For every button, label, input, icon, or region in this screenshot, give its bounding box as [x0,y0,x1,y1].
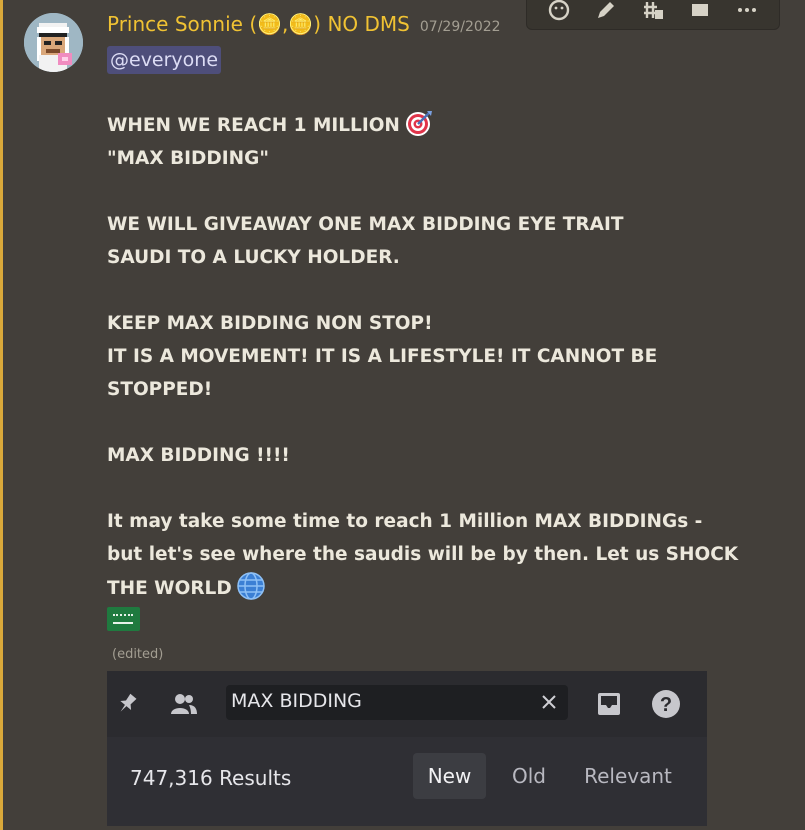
message-line: SAUDI TO A LUCKY HOLDER. [107,247,400,268]
message-line: WE WILL GIVEAWAY ONE MAX BIDDING EYE TRA… [107,214,624,235]
members-icon [168,688,200,720]
edited-label: (edited) [112,647,164,662]
message-line: IT IS A MOVEMENT! IT IS A LIFESTYLE! IT … [107,346,658,367]
message-line: WHEN WE REACH 1 MILLION [107,108,747,142]
highlight-accent-bar [0,0,3,830]
edit-icon[interactable] [593,0,619,23]
message-line: STOPPED! [107,379,213,400]
message-line: KEEP MAX BIDDING NON STOP! [107,313,433,334]
target-emoji-icon [404,108,434,138]
tab-relevant: Relevant [584,764,672,788]
search-results-bar: 747,316 Results New Old Relevant [107,737,707,826]
message-content: WHEN WE REACH 1 MILLION "MAX BIDDING" WE… [107,108,747,605]
username[interactable]: Prince Sonnie (🪙,🪙) NO DMS [107,12,410,36]
everyone-mention[interactable]: @everyone [107,46,222,74]
more-icon[interactable] [734,0,760,23]
message-line: "MAX BIDDING" [107,148,269,169]
tab-old: Old [512,764,546,788]
svg-text:?: ? [660,694,672,716]
message-line: It may take some time to reach 1 Million… [107,511,703,532]
search-toolbar: MAX BIDDING ? [107,671,707,737]
tab-new: New [413,753,486,799]
message-hover-toolbar [526,0,780,30]
message-line: but let's see where the saudis will be b… [107,544,739,565]
avatar[interactable] [24,13,83,72]
message-line: MAX BIDDING !!!! [107,445,290,466]
results-count: 747,316 Results [130,766,292,790]
timestamp[interactable]: 07/29/2022 [420,19,501,35]
search-input: MAX BIDDING [226,685,568,720]
clear-icon [538,690,560,714]
add-reaction-icon[interactable] [546,0,572,23]
message-header: Prince Sonnie (🪙,🪙) NO DMS 07/29/2022 [107,12,501,36]
create-thread-icon[interactable] [640,0,666,23]
saudi-flag-emoji-icon [107,607,140,631]
pixel-avatar-icon [24,13,83,72]
help-icon: ? [650,688,682,720]
embedded-search-screenshot[interactable]: MAX BIDDING ? 747,316 Results New Old Re… [107,671,707,826]
inbox-icon [593,688,625,720]
pin-icon [111,688,143,720]
forward-icon[interactable] [687,0,713,23]
globe-emoji-icon [236,571,266,601]
search-query: MAX BIDDING [231,690,362,712]
message-line: THE WORLD [107,571,747,605]
